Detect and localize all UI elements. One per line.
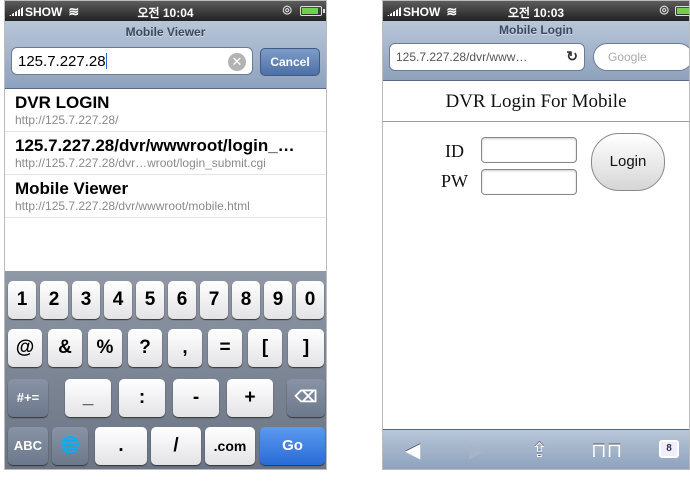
reload-icon[interactable]: ↻ (566, 48, 578, 65)
web-page: DVR Login For Mobile ID PW Login (383, 81, 689, 451)
key-0[interactable]: 0 (296, 281, 324, 319)
forward-icon[interactable]: ▶ (469, 438, 484, 463)
suggestion-title: 125.7.227.28/dvr/wwwroot/login_… (15, 136, 295, 155)
page-title: Mobile Login (499, 23, 573, 37)
share-icon[interactable]: ⇪ (531, 438, 548, 463)
pw-label: PW (441, 171, 468, 191)
key-2[interactable]: 2 (40, 281, 68, 319)
alarm-icon: ◎ (659, 4, 669, 16)
key-symbols[interactable]: #+= (8, 379, 48, 417)
key-6[interactable]: 6 (168, 281, 196, 319)
clear-icon[interactable]: ✕ (228, 53, 246, 71)
key-minus[interactable]: - (173, 379, 219, 417)
status-time: 오전 10:03 (507, 6, 565, 20)
key-open-bracket[interactable]: [ (248, 329, 282, 367)
suggestion-item[interactable]: Mobile Viewer http://125.7.227.28/dvr/ww… (5, 175, 326, 218)
suggestion-item[interactable]: 125.7.227.28/dvr/wwwroot/login_… http://… (5, 132, 326, 175)
bookmarks-icon[interactable]: ⊓⊓ (591, 438, 622, 463)
status-time: 오전 10:04 (137, 6, 194, 20)
alarm-icon: ◎ (282, 4, 292, 16)
key-ampersand[interactable]: & (48, 329, 82, 367)
id-input[interactable] (481, 137, 577, 163)
backspace-icon[interactable]: ⌫ (287, 379, 325, 417)
cancel-button[interactable]: Cancel (260, 48, 320, 76)
divider (383, 121, 689, 122)
key-8[interactable]: 8 (232, 281, 260, 319)
key-9[interactable]: 9 (264, 281, 292, 319)
suggestion-item[interactable]: DVR LOGIN http://125.7.227.28/ (5, 89, 326, 132)
login-button[interactable]: Login (591, 133, 665, 191)
key-at[interactable]: @ (8, 329, 42, 367)
left-phone-screen: SHOW ≋ 오전 10:04 ◎ Mobile Viewer 125.7.227… (4, 0, 327, 470)
globe-icon[interactable]: 🌐 (52, 427, 88, 465)
url-suggestions: DVR LOGIN http://125.7.227.28/ 125.7.227… (5, 89, 326, 291)
page-heading: DVR Login For Mobile (445, 91, 627, 112)
key-5[interactable]: 5 (136, 281, 164, 319)
suggestion-url: http://125.7.227.28/dvr/wwwroot/mobile.h… (15, 199, 250, 213)
key-4[interactable]: 4 (104, 281, 132, 319)
key-period[interactable]: . (95, 427, 147, 465)
page-title: Mobile Viewer (125, 25, 206, 39)
browser-toolbar: Mobile Login 125.7.227.28/dvr/www… ↻ Goo… (383, 21, 689, 81)
search-input[interactable]: Google (593, 43, 689, 71)
key-plus[interactable]: + (227, 379, 273, 417)
key-abc[interactable]: ABC (8, 427, 48, 465)
key-1[interactable]: 1 (8, 281, 36, 319)
suggestion-title: Mobile Viewer (15, 179, 129, 198)
keyboard: 1 2 3 4 5 6 7 8 9 0 @ & % ? , = [ ] #+= … (5, 271, 326, 469)
tabs-icon[interactable]: 8 (659, 440, 679, 458)
key-question[interactable]: ? (128, 329, 162, 367)
key-close-bracket[interactable]: ] (288, 329, 324, 367)
battery-icon (675, 6, 689, 16)
key-percent[interactable]: % (88, 329, 122, 367)
suggestion-title: DVR LOGIN (15, 93, 110, 112)
key-comma[interactable]: , (168, 329, 202, 367)
key-equals[interactable]: = (208, 329, 242, 367)
key-underscore[interactable]: _ (65, 379, 111, 417)
right-phone-screen: SHOW ≋ 오전 10:03 ◎ Mobile Login 125.7.227.… (382, 0, 690, 470)
browser-toolbar: Mobile Viewer 125.7.227.28 ✕ Cancel (5, 21, 326, 89)
key-3[interactable]: 3 (72, 281, 100, 319)
suggestion-url: http://125.7.227.28/ (15, 113, 119, 127)
key-dotcom[interactable]: .com (205, 427, 255, 465)
id-label: ID (445, 141, 464, 161)
status-bar: SHOW ≋ 오전 10:03 ◎ (383, 1, 689, 21)
battery-icon (300, 6, 325, 16)
url-value: 125.7.227.28 (18, 53, 106, 70)
back-icon[interactable]: ◀ (405, 438, 420, 463)
url-input[interactable]: 125.7.227.28 ✕ (11, 47, 253, 75)
text-caret (105, 53, 107, 69)
address-value: 125.7.227.28/dvr/www… (396, 50, 528, 64)
key-7[interactable]: 7 (200, 281, 228, 319)
key-slash[interactable]: / (151, 427, 201, 465)
suggestion-url: http://125.7.227.28/dvr…wroot/login_subm… (15, 156, 266, 170)
key-colon[interactable]: : (119, 379, 165, 417)
browser-bottom-bar: ◀ ▶ ⇪ ⊓⊓ 8 (383, 429, 689, 469)
go-button[interactable]: Go (260, 427, 325, 465)
address-bar[interactable]: 125.7.227.28/dvr/www… ↻ (389, 43, 585, 71)
pw-input[interactable] (481, 169, 577, 195)
status-bar: SHOW ≋ 오전 10:04 ◎ (5, 1, 326, 21)
